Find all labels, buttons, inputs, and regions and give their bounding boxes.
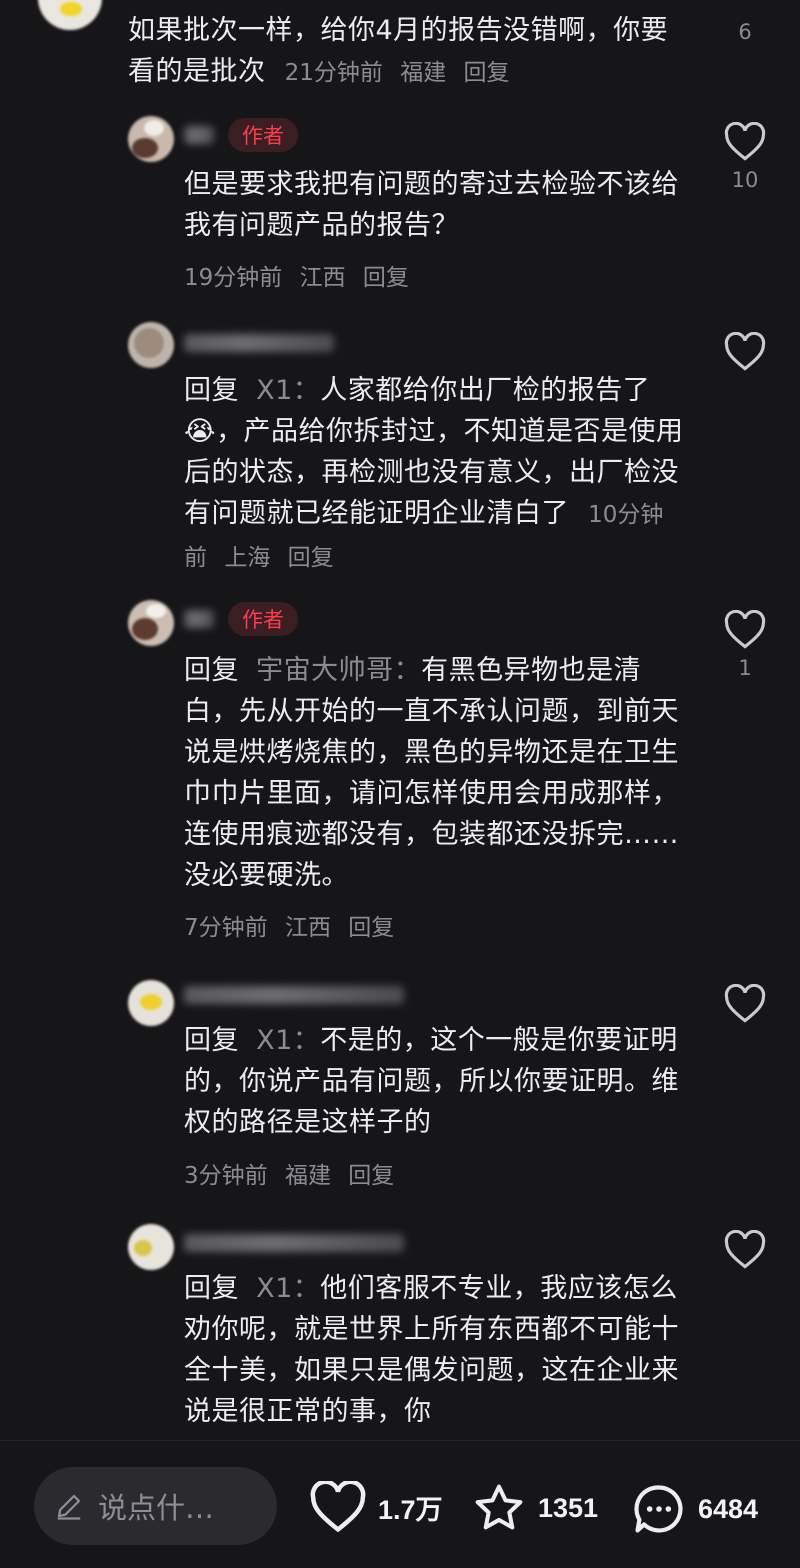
author-badge: 作者 (228, 118, 298, 152)
heart-icon (724, 1230, 766, 1269)
comment-text-block: 如果批次一样，给你4月的报告没错啊，你要看的是批次 21分钟前 福建 回复 (128, 10, 688, 94)
username[interactable] (184, 986, 404, 1004)
comment-text-block: 回复 宇宙大帅哥：有黑色异物也是清白，先从开始的一直不承认问题，到前天说是烘烤烧… (184, 650, 684, 896)
emoji-crying: 😭 (184, 416, 217, 447)
heart-icon (724, 610, 766, 649)
comment-header: 作者 (184, 116, 298, 154)
comment-item: 回复 X1：他们客服不专业，我应该怎么劝你呢，就是世界上所有东西都不可能十全十美… (0, 1222, 800, 1440)
reply-prefix: 回复 (184, 655, 239, 686)
heart-icon (724, 122, 766, 161)
comment-time: 19分钟前 (184, 265, 283, 291)
avatar[interactable] (128, 1224, 174, 1270)
username[interactable] (184, 610, 214, 628)
like-count: 6 (738, 20, 752, 44)
reply-button[interactable]: 回复 (288, 545, 334, 571)
username[interactable] (184, 1234, 404, 1252)
like-button[interactable]: 1 (715, 610, 775, 680)
comment-header: 作者 (184, 600, 298, 638)
like-count: 1 (738, 656, 752, 680)
heart-icon (724, 984, 766, 1023)
reply-target[interactable]: X1： (256, 1025, 320, 1056)
heart-icon (724, 332, 766, 371)
avatar[interactable] (128, 600, 174, 646)
reply-target[interactable]: X1： (256, 375, 320, 406)
like-button[interactable] (715, 332, 775, 378)
comment-text-block: 回复 X1：他们客服不专业，我应该怎么劝你呢，就是世界上所有东西都不可能十全十美… (184, 1268, 684, 1432)
comment-text: 有黑色异物也是清白，先从开始的一直不承认问题，到前天说是烘烤烧焦的，黑色的异物还… (184, 655, 679, 891)
comments-button[interactable]: 6484 (630, 1481, 758, 1537)
username[interactable] (184, 334, 334, 352)
reply-button[interactable]: 回复 (348, 915, 394, 941)
heart-icon (310, 1481, 366, 1533)
comment-meta: 21分钟前 福建 回复 (275, 60, 510, 86)
comment-text: 人家都给你出厂检的报告了 (320, 375, 651, 406)
pencil-icon (57, 1494, 81, 1520)
like-button[interactable]: 6 (715, 14, 775, 44)
like-button[interactable]: 10 (715, 122, 775, 192)
bottom-action-bar: 说点什… 1.7万 1351 6484 (0, 1440, 800, 1568)
reply-prefix: 回复 (184, 1273, 239, 1304)
like-count: 1.7万 (378, 1494, 443, 1525)
chat-bubble-icon (634, 1485, 683, 1533)
reply-button[interactable]: 回复 (464, 60, 510, 86)
like-button[interactable] (715, 984, 775, 1030)
username[interactable] (184, 126, 214, 144)
comment-meta: 19分钟前 江西 回复 (184, 258, 409, 292)
favorite-count: 1351 (538, 1492, 599, 1523)
comment-count: 6484 (698, 1493, 759, 1524)
reply-target[interactable]: 宇宙大帅哥： (256, 655, 421, 686)
comment-meta: 7分钟前 江西 回复 (184, 908, 394, 942)
comment-location: 福建 (400, 60, 447, 86)
comment-input[interactable]: 说点什… (34, 1467, 277, 1545)
comment-time: 21分钟前 (284, 60, 383, 86)
avatar[interactable] (38, 0, 102, 30)
comment-location: 福建 (284, 1163, 331, 1189)
like-video-button[interactable]: 1.7万 (308, 1481, 443, 1533)
comment-header (184, 976, 404, 1014)
comment-header (184, 1224, 404, 1262)
like-button[interactable] (715, 1230, 775, 1276)
author-badge: 作者 (228, 602, 298, 636)
avatar[interactable] (128, 116, 174, 162)
favorite-button[interactable]: 1351 (470, 1481, 598, 1535)
comment-time: 7分钟前 (184, 915, 268, 941)
comment-header (184, 324, 334, 362)
comment-text-block: 回复 X1：不是的，这个一般是你要证明的，你说产品有问题，所以你要证明。维权的路… (184, 1020, 684, 1143)
reply-button[interactable]: 回复 (363, 265, 409, 291)
comment-location: 江西 (284, 915, 331, 941)
comment-text-block: 回复 X1：人家都给你出厂检的报告了😭，产品给你拆封过，不知道是否是使用后的状态… (184, 370, 684, 579)
star-icon (475, 1484, 523, 1530)
comment-location: 上海 (224, 545, 271, 571)
reply-prefix: 回复 (184, 1025, 239, 1056)
reply-target[interactable]: X1： (256, 1273, 320, 1304)
avatar[interactable] (128, 980, 174, 1026)
like-count: 10 (731, 168, 759, 192)
avatar[interactable] (128, 322, 174, 368)
reply-button[interactable]: 回复 (348, 1163, 394, 1189)
comment-input-placeholder: 说点什… (98, 1491, 215, 1525)
comment-meta: 3分钟前 福建 回复 (184, 1156, 394, 1190)
reply-prefix: 回复 (184, 375, 239, 406)
comment-time: 3分钟前 (184, 1163, 268, 1189)
comment-location: 江西 (299, 265, 346, 291)
comment-text: 但是要求我把有问题的寄过去检验不该给我有问题产品的报告？ (184, 169, 679, 241)
